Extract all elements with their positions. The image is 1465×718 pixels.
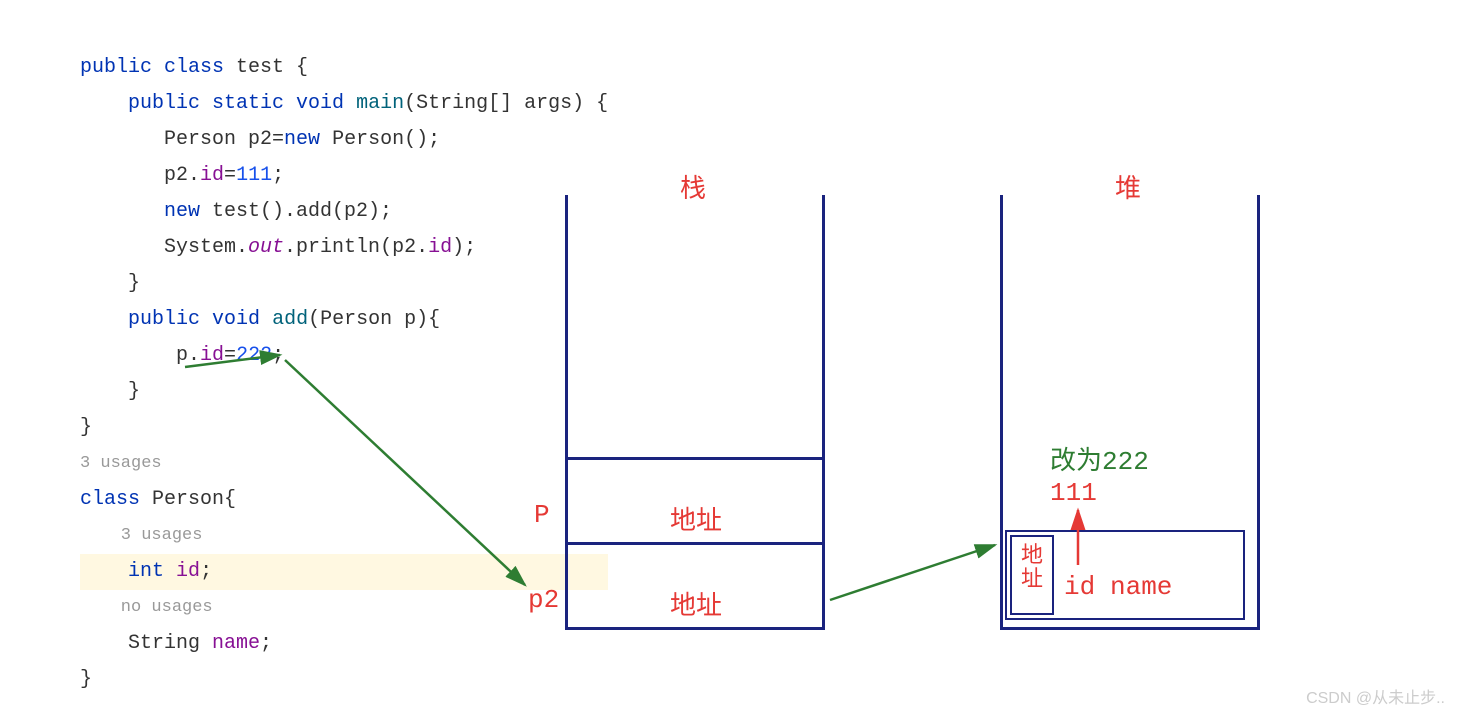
usage-hint: 3 usages bbox=[80, 518, 608, 554]
code-line: } bbox=[80, 374, 608, 410]
code-line: System.out.println(p2.id); bbox=[80, 230, 608, 266]
code-line: class Person{ bbox=[80, 482, 608, 518]
heap-change-222: 改为222 bbox=[1050, 440, 1149, 477]
heap-value-111: 111 bbox=[1050, 478, 1097, 508]
code-line: p.id=222; bbox=[80, 338, 608, 374]
code-line: } bbox=[80, 266, 608, 302]
code-line: public static void main(String[] args) { bbox=[80, 86, 608, 122]
stack-p-label: P bbox=[534, 500, 550, 530]
code-line: public void add(Person p){ bbox=[80, 302, 608, 338]
stack-p2-label: p2 bbox=[528, 585, 559, 615]
code-line: p2.id=111; bbox=[80, 158, 608, 194]
code-line: } bbox=[80, 410, 608, 446]
code-line: public class test { bbox=[80, 50, 608, 86]
code-line: } bbox=[80, 662, 608, 698]
stack-p2-value: 地址 bbox=[670, 585, 722, 622]
heap-object-name: name bbox=[1110, 572, 1172, 602]
arrow-stack-to-heap bbox=[830, 545, 995, 600]
heap-object-id: id bbox=[1064, 572, 1095, 602]
code-line: String name; bbox=[80, 626, 608, 662]
code-line: Person p2=new Person(); bbox=[80, 122, 608, 158]
usage-hint: 3 usages bbox=[80, 446, 608, 482]
heap-title: 堆 bbox=[1115, 168, 1141, 205]
code-line: new test().add(p2); bbox=[80, 194, 608, 230]
stack-container bbox=[565, 195, 825, 630]
stack-title: 栈 bbox=[680, 168, 706, 205]
watermark: CSDN @从未止步.. bbox=[1306, 684, 1445, 708]
heap-object-addr: 地址 bbox=[1010, 545, 1054, 593]
stack-p-value: 地址 bbox=[670, 500, 722, 537]
